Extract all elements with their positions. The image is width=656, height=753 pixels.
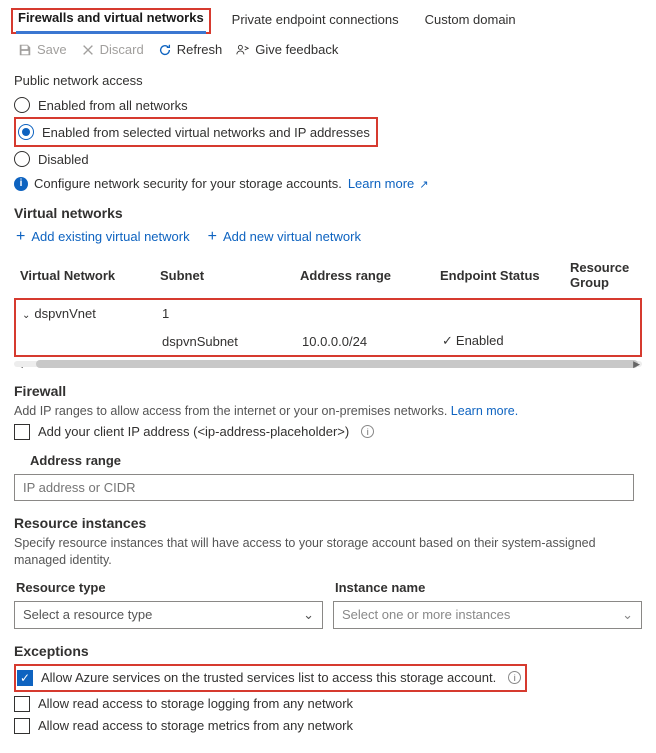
scroll-right-icon: ▶: [633, 359, 640, 370]
firewall-learn-more-link[interactable]: Learn more.: [451, 404, 518, 418]
checkbox-icon: [14, 718, 30, 734]
add-client-ip-label: Add your client IP address (<ip-address-…: [38, 424, 349, 439]
checkbox-icon: [14, 696, 30, 712]
plus-icon: +: [16, 230, 25, 244]
vnet-row-parent[interactable]: ⌄dspvnVnet 1: [16, 300, 640, 327]
col-endpoint-status: Endpoint Status: [440, 268, 570, 283]
highlight-vnet-rows: ⌄dspvnVnet 1 dspvnSubnet 10.0.0.0/24 ✓En…: [14, 298, 642, 357]
radio-icon: [18, 124, 34, 140]
pna-learn-more-link[interactable]: Learn more ↗: [348, 176, 429, 191]
pna-option-selected-label: Enabled from selected virtual networks a…: [42, 125, 370, 140]
col-virtual-network: Virtual Network: [20, 268, 160, 283]
save-button[interactable]: Save: [18, 42, 67, 57]
chevron-down-icon: ⌄: [303, 607, 314, 623]
plus-icon: +: [208, 230, 217, 244]
check-icon: ✓: [442, 333, 453, 348]
instance-name-placeholder: Select one or more instances: [342, 607, 510, 622]
chevron-down-icon: ⌄: [22, 310, 30, 321]
highlight-pna-selected: Enabled from selected virtual networks a…: [14, 117, 378, 147]
highlight-tab: Firewalls and virtual networks: [11, 8, 211, 34]
pna-option-selected[interactable]: Enabled from selected virtual networks a…: [18, 121, 370, 143]
vnet-name-cell: ⌄dspvnVnet: [22, 306, 162, 321]
col-address-range: Address range: [300, 268, 440, 283]
refresh-button[interactable]: Refresh: [158, 42, 223, 57]
info-icon[interactable]: i: [361, 425, 374, 438]
discard-label: Discard: [100, 42, 144, 57]
add-new-label: Add new virtual network: [223, 229, 361, 244]
checkbox-icon: [14, 424, 30, 440]
address-range-input[interactable]: [14, 474, 634, 501]
col-subnet: Subnet: [160, 268, 300, 283]
radio-icon: [14, 151, 30, 167]
status-cell: ✓Enabled: [442, 333, 572, 349]
pna-option-all[interactable]: Enabled from all networks: [14, 94, 642, 116]
exception-metrics-row[interactable]: Allow read access to storage metrics fro…: [14, 715, 642, 737]
add-existing-vnet-button[interactable]: + Add existing virtual network: [16, 229, 190, 244]
feedback-button[interactable]: Give feedback: [236, 42, 338, 57]
ri-select-row: Select a resource type ⌄ Select one or m…: [14, 601, 642, 629]
range-cell: 10.0.0.0/24: [302, 334, 442, 349]
pna-info: i Configure network security for your st…: [14, 176, 642, 191]
address-range-label: Address range: [30, 453, 642, 468]
firewall-help: Add IP ranges to allow access from the i…: [14, 403, 642, 421]
vnet-table-header: Virtual Network Subnet Address range End…: [14, 254, 642, 296]
exception-logging-row[interactable]: Allow read access to storage logging fro…: [14, 693, 642, 715]
vnet-table: Virtual Network Subnet Address range End…: [14, 254, 642, 357]
tab-firewalls[interactable]: Firewalls and virtual networks: [16, 8, 206, 34]
ri-help: Specify resource instances that will hav…: [14, 535, 642, 570]
firewall-heading: Firewall: [14, 383, 642, 399]
feedback-icon: [236, 43, 250, 57]
horizontal-scrollbar[interactable]: ◀ ▶: [14, 359, 642, 369]
vnets-heading: Virtual networks: [14, 205, 642, 221]
refresh-label: Refresh: [177, 42, 223, 57]
chevron-down-icon: ⌄: [622, 607, 633, 623]
save-label: Save: [37, 42, 67, 57]
pna-option-disabled-label: Disabled: [38, 152, 89, 167]
vnet-actions: + Add existing virtual network + Add new…: [16, 229, 642, 244]
col-resource-group: Resource Group: [570, 260, 656, 290]
info-icon[interactable]: i: [508, 671, 521, 684]
feedback-label: Give feedback: [255, 42, 338, 57]
tab-custom-domain[interactable]: Custom domain: [423, 10, 518, 33]
resource-type-placeholder: Select a resource type: [23, 607, 152, 622]
add-client-ip-checkbox-row[interactable]: Add your client IP address (<ip-address-…: [14, 421, 642, 443]
scroll-thumb[interactable]: [36, 360, 638, 368]
instance-name-select[interactable]: Select one or more instances ⌄: [333, 601, 642, 629]
ri-col-name: Instance name: [333, 580, 642, 595]
add-existing-label: Add existing virtual network: [31, 229, 189, 244]
highlight-exception-trusted: ✓ Allow Azure services on the trusted se…: [14, 664, 527, 692]
subnet-cell: dspvnSubnet: [162, 334, 302, 349]
ri-heading: Resource instances: [14, 515, 642, 531]
ri-column-labels: Resource type Instance name: [14, 580, 642, 595]
pna-label: Public network access: [14, 73, 642, 88]
save-icon: [18, 43, 32, 57]
vnet-row-subnet[interactable]: dspvnSubnet 10.0.0.0/24 ✓Enabled: [16, 327, 640, 355]
exception-trusted-label: Allow Azure services on the trusted serv…: [41, 670, 496, 685]
exception-logging-label: Allow read access to storage logging fro…: [38, 696, 353, 711]
pna-option-all-label: Enabled from all networks: [38, 98, 188, 113]
resource-type-select[interactable]: Select a resource type ⌄: [14, 601, 323, 629]
discard-button[interactable]: Discard: [81, 42, 144, 57]
checkbox-icon: ✓: [17, 670, 33, 686]
add-new-vnet-button[interactable]: + Add new virtual network: [208, 229, 361, 244]
ri-col-type: Resource type: [14, 580, 323, 595]
toolbar: Save Discard Refresh Give feedback: [14, 34, 642, 67]
tabs: Firewalls and virtual networks Private e…: [14, 10, 642, 34]
vnet-count-cell: 1: [162, 306, 302, 321]
pna-option-disabled[interactable]: Disabled: [14, 148, 642, 170]
exception-trusted-row[interactable]: ✓ Allow Azure services on the trusted se…: [17, 667, 521, 689]
exceptions-heading: Exceptions: [14, 643, 642, 659]
refresh-icon: [158, 43, 172, 57]
external-link-icon: ↗: [416, 179, 428, 191]
discard-icon: [81, 43, 95, 57]
pna-info-text: Configure network security for your stor…: [34, 176, 342, 191]
exception-metrics-label: Allow read access to storage metrics fro…: [38, 718, 353, 733]
radio-icon: [14, 97, 30, 113]
info-icon: i: [14, 177, 28, 191]
tab-private-endpoint[interactable]: Private endpoint connections: [230, 10, 401, 33]
